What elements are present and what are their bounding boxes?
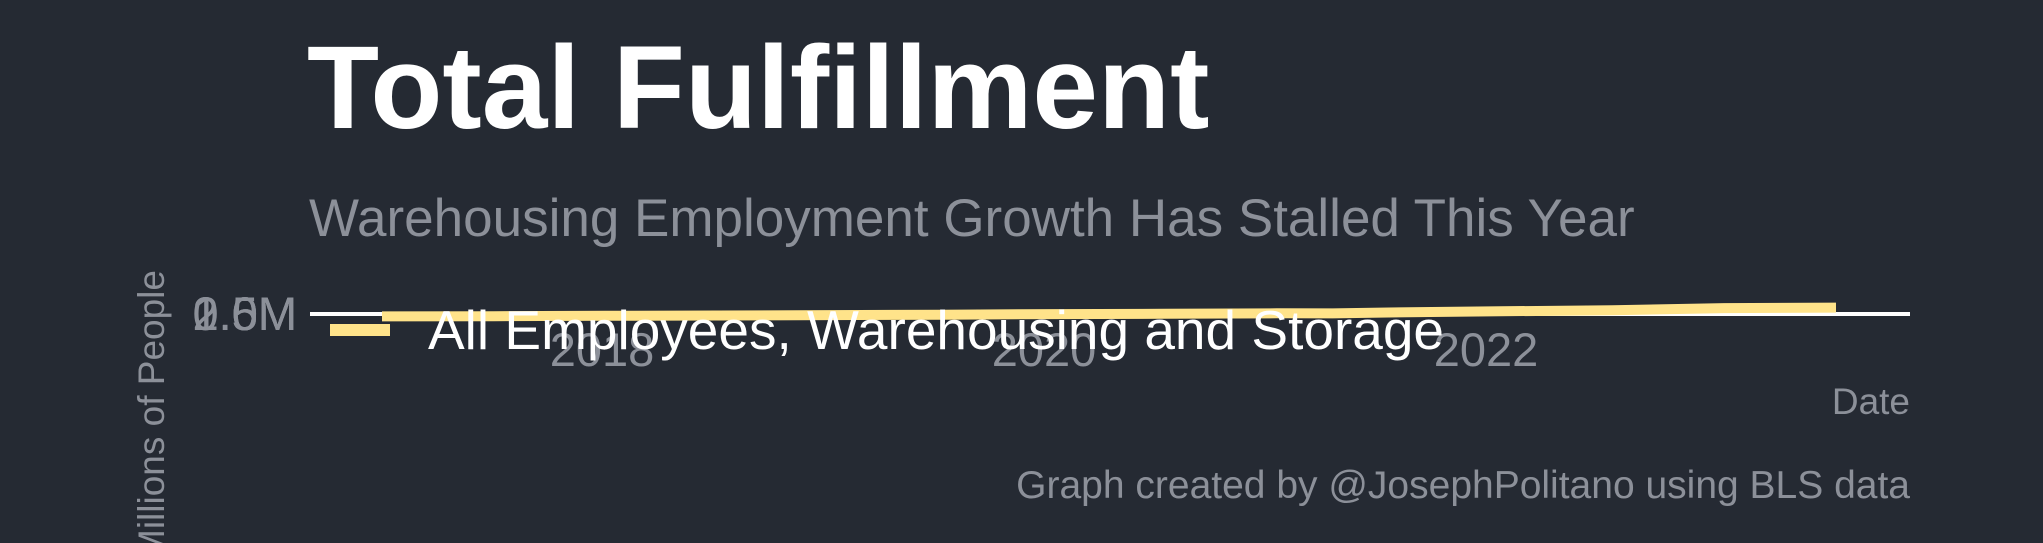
y-axis-ticks: 0.5M1.0M1.5M2.0M [193, 287, 298, 340]
chart-subtitle: Warehousing Employment Growth Has Stalle… [309, 189, 1635, 248]
x-tick-label: 2022 [1434, 323, 1539, 376]
caption: Graph created by @JosephPolitano using B… [1016, 464, 1910, 507]
legend-label: All Employees, Warehousing and Storage [428, 299, 1444, 361]
legend: All Employees, Warehousing and Storage [330, 299, 1444, 361]
legend-swatch [330, 324, 390, 336]
y-axis-label: Millions of People [131, 270, 172, 543]
chart-title: Total Fulfillment [307, 22, 1209, 154]
y-tick-label: 2.0M [193, 287, 298, 340]
chart: Total Fulfillment Warehousing Employment… [0, 0, 2043, 543]
x-axis-label: Date [1832, 381, 1910, 422]
